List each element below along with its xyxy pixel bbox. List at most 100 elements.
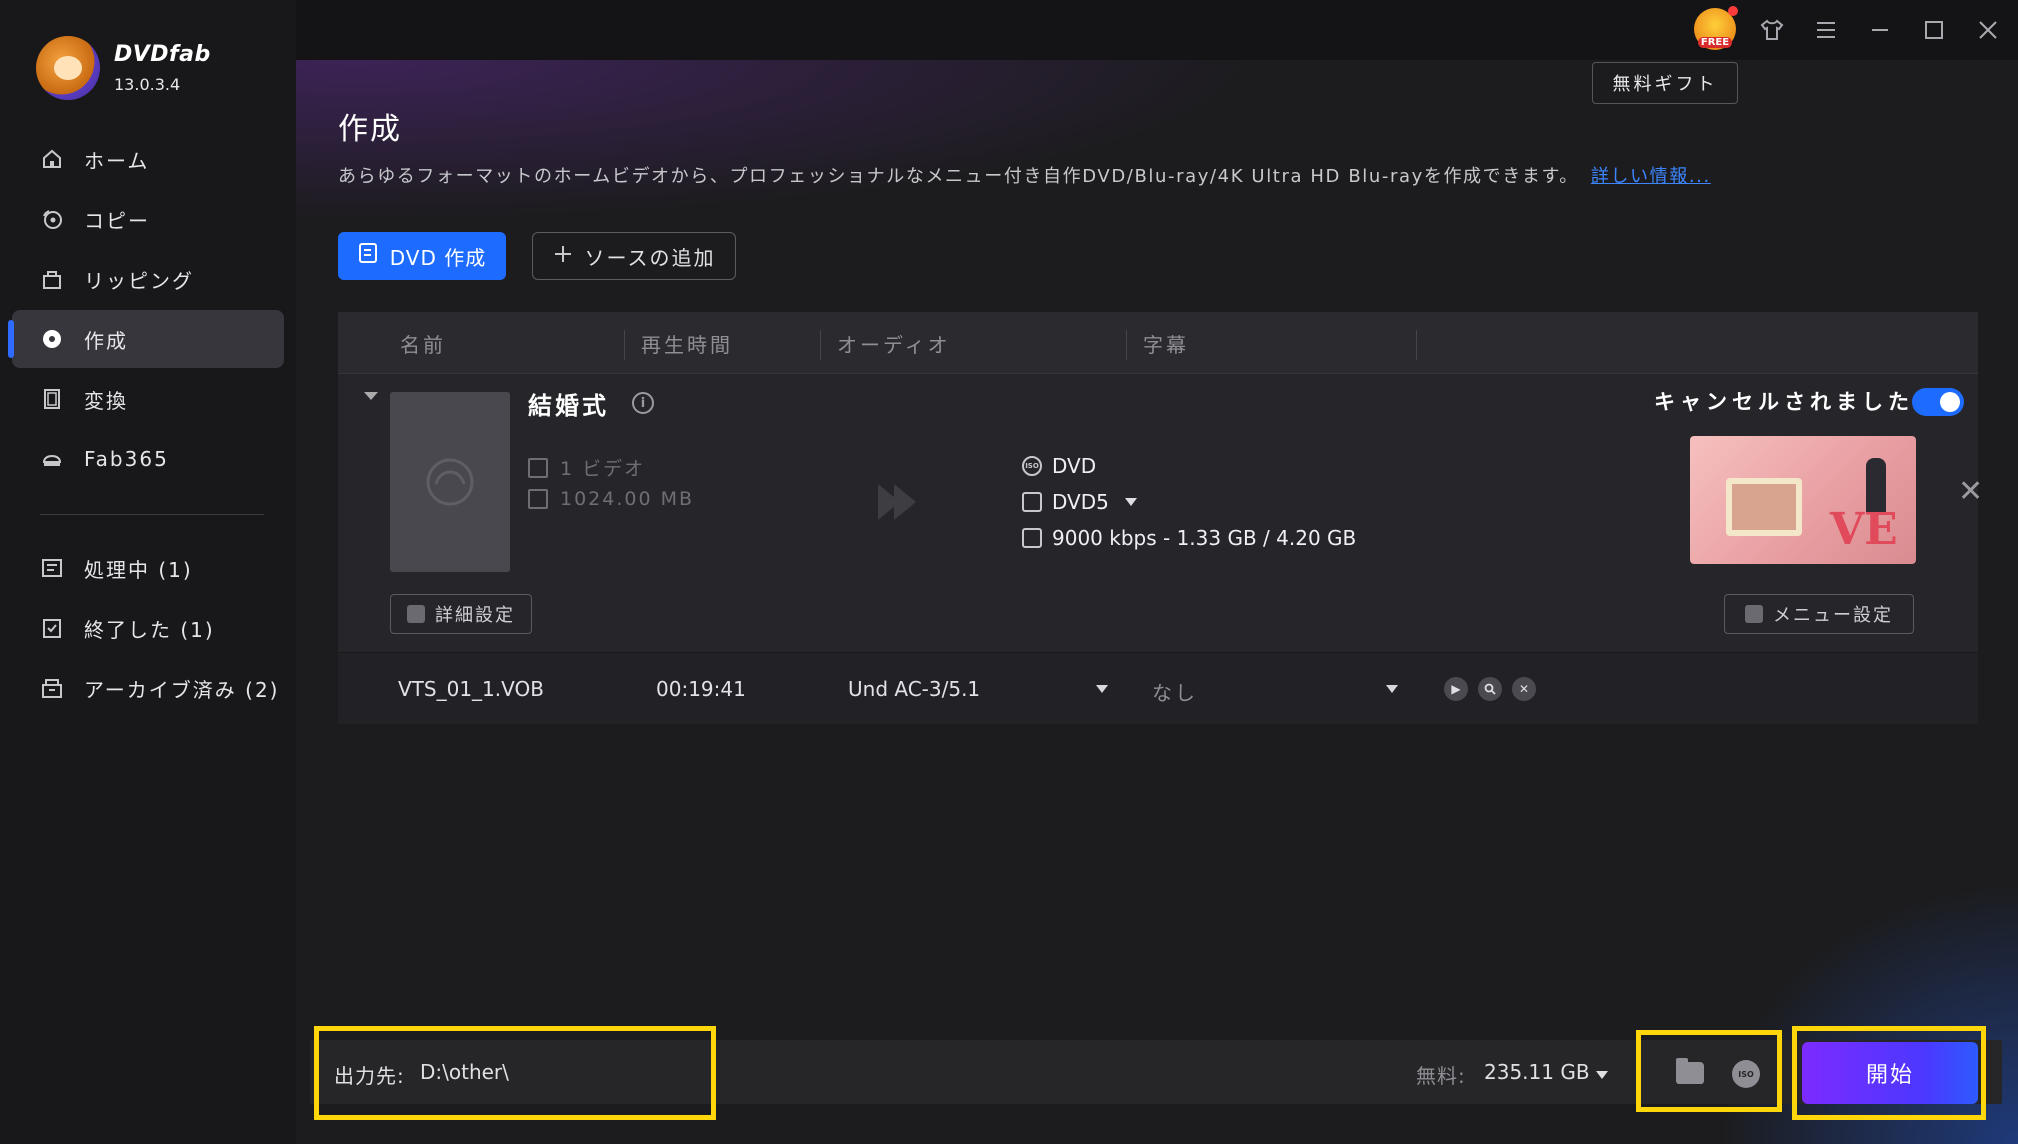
create-dvd-button[interactable]: DVD 作成	[338, 232, 506, 280]
dvdfab-mascot-icon	[36, 36, 100, 100]
track-name: VTS_01_1.VOB	[398, 677, 544, 701]
more-info-link[interactable]: 詳しい情報...	[1591, 166, 1711, 187]
sidebar-nav: ホーム コピー リッピング 作成 変換 Fab365 処理中 (1) 終了した …	[8, 130, 284, 719]
sidebar-item-creator[interactable]: 作成	[8, 310, 284, 368]
advanced-settings-label: 詳細設定	[435, 605, 515, 626]
sidebar-item-label: 変換	[84, 388, 128, 413]
video-file-icon	[528, 457, 548, 478]
menu-settings-button[interactable]: メニュー設定	[1724, 594, 1914, 634]
sidebar-divider	[40, 514, 264, 515]
status-text: キャンセルされました	[1654, 390, 1914, 414]
sidebar-item-archived[interactable]: アーカイブ済み (2)	[12, 659, 284, 717]
audio-select[interactable]: Und AC-3/5.1	[848, 677, 980, 701]
highlight-output-icons	[1636, 1030, 1782, 1112]
free-space-value: 235.11 GB	[1484, 1060, 1590, 1084]
main-panel: FREE 無料ギフト 作成 あらゆるフォーマットのホームビデオから、プロフェッシ…	[296, 0, 2018, 1144]
bitrate-info: 9000 kbps - 1.33 GB / 4.20 GB	[1022, 526, 1356, 550]
chevron-down-icon	[1124, 498, 1137, 506]
sidebar-item-converter[interactable]: 変換	[12, 370, 284, 428]
subtitle-chevron-down-icon[interactable]	[1386, 685, 1398, 693]
header-subtitle: 字幕	[1126, 330, 1189, 360]
track-duration: 00:19:41	[656, 677, 746, 701]
free-space-label: 無料:	[1416, 1064, 1466, 1088]
disc-type-select[interactable]: DVD5	[1022, 490, 1137, 514]
processing-icon	[40, 556, 64, 580]
advanced-settings-button[interactable]: 詳細設定	[390, 594, 532, 634]
remove-track-icon[interactable]: ✕	[1512, 677, 1536, 701]
subtitle-select[interactable]: なし	[1152, 677, 1198, 706]
page-title: 作成	[338, 112, 402, 147]
maximize-icon[interactable]	[1918, 14, 1950, 46]
sidebar: DVDfab 13.0.3.4 ホーム コピー リッピング 作成 変換 Fab3…	[0, 0, 296, 1144]
output-format: ISO DVD	[1022, 454, 1096, 478]
sidebar-item-home[interactable]: ホーム	[12, 130, 284, 188]
highlight-output-path	[314, 1026, 716, 1120]
copy-disc-icon	[40, 207, 64, 231]
table-row: VTS_01_1.VOB 00:19:41 Und AC-3/5.1 なし ▶ …	[338, 652, 1978, 724]
header-name: 名前	[400, 333, 446, 357]
search-icon[interactable]	[1478, 677, 1502, 701]
create-dvd-label: DVD 作成	[389, 245, 487, 270]
header-actions	[1416, 330, 1433, 360]
menu-settings-icon	[1745, 605, 1763, 623]
video-size-text: 1024.00 MB	[560, 488, 695, 510]
settings-icon	[407, 605, 425, 623]
sidebar-item-label: リッピング	[84, 268, 194, 293]
sidebar-item-label: Fab365	[84, 447, 169, 471]
sidebar-item-label: アーカイブ済み (2)	[84, 677, 280, 702]
archive-icon	[40, 676, 64, 700]
fab365-icon	[40, 447, 64, 471]
menu-settings-label: メニュー設定	[1773, 605, 1893, 626]
video-count-text: 1 ビデオ	[560, 458, 646, 480]
collapse-caret-icon[interactable]	[364, 392, 378, 400]
chevron-down-icon	[1595, 1071, 1608, 1079]
enable-toggle[interactable]	[1912, 388, 1964, 416]
bitrate-info-text: 9000 kbps - 1.33 GB / 4.20 GB	[1052, 526, 1357, 550]
film-icon	[40, 387, 64, 411]
placeholder-mascot-icon	[426, 458, 474, 506]
add-source-button[interactable]: ソースの追加	[532, 232, 736, 280]
app-version: 13.0.3.4	[114, 75, 181, 94]
disc-type-icon	[1022, 492, 1042, 512]
start-button[interactable]: 開始	[1802, 1042, 1978, 1104]
sidebar-item-label: コピー	[84, 208, 150, 233]
sidebar-item-ripper[interactable]: リッピング	[12, 250, 284, 308]
minimize-icon[interactable]	[1864, 14, 1896, 46]
sidebar-item-fab365[interactable]: Fab365	[12, 430, 284, 488]
sidebar-item-copy[interactable]: コピー	[12, 190, 284, 248]
sidebar-item-label: 処理中 (1)	[84, 557, 193, 582]
ripper-icon	[40, 267, 64, 291]
remove-item-icon[interactable]: ✕	[1958, 474, 1983, 509]
menu-template-thumbnail[interactable]: VE	[1690, 436, 1916, 564]
video-thumbnail	[390, 392, 510, 572]
convert-arrows-icon	[878, 484, 916, 520]
bitrate-doc-icon	[1022, 528, 1042, 548]
free-space-select[interactable]: 235.11 GB	[1484, 1060, 1608, 1084]
item-title: 結婚式	[528, 392, 609, 420]
play-icon[interactable]: ▶	[1444, 677, 1468, 701]
info-icon[interactable]: i	[632, 392, 654, 414]
sidebar-item-processing[interactable]: 処理中 (1)	[12, 539, 284, 597]
header-audio: オーディオ	[820, 330, 951, 360]
app-logo: DVDfab 13.0.3.4	[36, 36, 211, 100]
disc-type-text: DVD5	[1052, 490, 1109, 514]
close-window-icon[interactable]	[1972, 14, 2004, 46]
notification-dot	[1728, 6, 1738, 16]
create-dvd-icon	[358, 242, 378, 270]
sidebar-item-label: 終了した (1)	[84, 617, 215, 642]
free-gift-button[interactable]: 無料ギフト	[1592, 62, 1738, 104]
creator-disc-icon	[40, 327, 64, 351]
sidebar-item-finished[interactable]: 終了した (1)	[12, 599, 284, 657]
table-header: 名前 再生時間 オーディオ 字幕	[338, 312, 1978, 374]
free-badge-label: FREE	[1697, 37, 1733, 48]
header-duration: 再生時間	[624, 330, 733, 360]
video-size: 1024.00 MB	[528, 488, 694, 510]
page-description-text: あらゆるフォーマットのホームビデオから、プロフェッショナルなメニュー付き自作DV…	[338, 166, 1579, 187]
size-doc-icon	[528, 489, 548, 509]
menu-hamburger-icon[interactable]	[1810, 14, 1842, 46]
audio-chevron-down-icon[interactable]	[1096, 685, 1108, 693]
skin-tshirt-icon[interactable]	[1756, 14, 1788, 46]
plus-icon	[553, 242, 573, 270]
home-icon	[40, 147, 64, 171]
title-bar: FREE	[296, 0, 2018, 60]
